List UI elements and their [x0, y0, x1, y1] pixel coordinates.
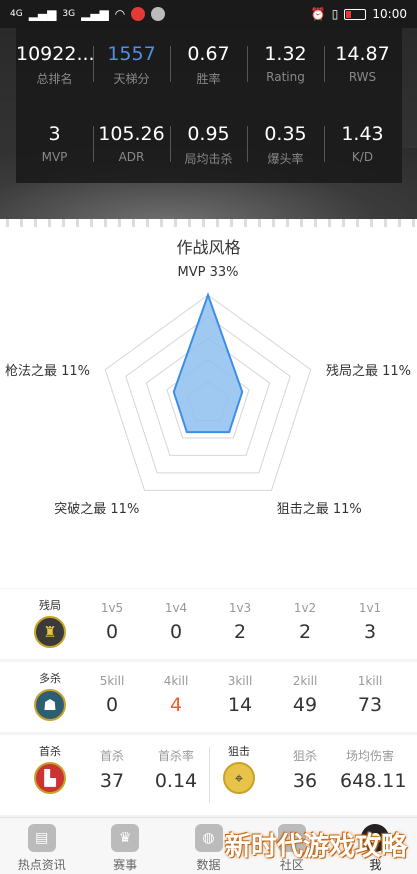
sniper-badge: 狙击 ⌖	[219, 743, 259, 794]
basketball-icon: ◍	[194, 824, 223, 852]
stat-win-rate: 0.67 胜率	[170, 42, 247, 87]
alarm-icon: ⏰	[310, 7, 326, 21]
clutch-1v2: 1v2 2	[293, 601, 317, 643]
multikill-1kill: 1kill 73	[357, 674, 383, 716]
sniper-kills: 狙杀 36	[292, 749, 318, 792]
podium-icon: ▙	[34, 762, 66, 794]
multikill-stats: 多杀 ☗ 5kill 0 4kill 4 3kill 14 2kill 49 1kill…	[0, 662, 417, 732]
summary-row-1: 10922... 总排名 1557 天梯分 0.67 胜率 1.32 Rating 14…	[16, 42, 402, 87]
stat-rws: 14.87 RWS	[324, 42, 401, 87]
clock: 10:00	[372, 7, 407, 21]
status-bar: 4G ▂▄▆ 3G ▂▄▆ ◠ ⏰ ▯ 10:00	[0, 0, 417, 28]
first-kill-rate: 首杀率 0.14	[154, 749, 198, 792]
summary-panel: 10922... 总排名 1557 天梯分 0.67 胜率 1.32 Rating 14…	[16, 28, 402, 183]
radar-chart	[104, 291, 312, 491]
clutch-1v5: 1v5 0	[100, 601, 124, 643]
clutch-stats: 残局 ♜ 1v5 0 1v4 0 1v3 2 1v2 2 1v1 3	[0, 589, 417, 659]
multikill-4kill: 4kill 4	[163, 674, 189, 716]
combat-style-title: 作战风格	[176, 238, 241, 257]
radar-label-sniper: 狙击之最 11%	[276, 502, 362, 518]
sync-icon	[151, 7, 166, 21]
trophy-icon: ♛	[111, 824, 140, 852]
multikill-2kill: 2kill 49	[292, 674, 318, 716]
watermark: 新时代游戏攻略	[225, 832, 408, 862]
stat-adr: 105.26 ADR	[93, 122, 170, 167]
radar-label-mvp: MVP 33%	[177, 265, 239, 280]
column-divider	[209, 747, 210, 803]
tab-news[interactable]: ▤ 热点资讯	[0, 818, 83, 874]
combat-style-radar: MVP 33% 残局之最 11% 狙击之最 11% 突破之最 11% 枪法之最 …	[0, 263, 417, 588]
stat-rating: 1.32 Rating	[247, 42, 324, 87]
profile-header: 10922... 总排名 1557 天梯分 0.67 胜率 1.32 Rating 14…	[0, 28, 417, 233]
stat-mvp: 3 MVP	[41, 123, 68, 164]
clutch-1v4: 1v4 0	[164, 601, 188, 643]
radar-label-aim: 枪法之最 11%	[5, 363, 91, 379]
crosshair-icon: ⌖	[223, 762, 255, 794]
radar-label-clutch: 残局之最 11%	[326, 363, 412, 379]
stat-ladder-score: 1557 天梯分	[93, 42, 170, 87]
news-icon: ▤	[27, 824, 56, 852]
first-kill-badge: 首杀 ▙	[30, 743, 70, 794]
wifi-icon: ◠	[114, 7, 126, 21]
first-kill-sniper-stats: 首杀 ▙ 首杀 37 首杀率 0.14 狙击 ⌖ 狙杀 36 场均伤害 648.11	[0, 735, 417, 815]
radar-data-area	[172, 291, 244, 434]
tab-events[interactable]: ♛ 赛事	[83, 818, 166, 874]
stat-kd: 1.43 K/D	[324, 122, 401, 167]
multikill-3kill: 3kill 14	[227, 674, 253, 716]
clutch-1v1: 1v1 3	[358, 601, 382, 643]
stat-total-rank: 10922... 总排名	[16, 43, 95, 86]
signal-1-label: 4G	[10, 9, 23, 19]
clutch-1v3: 1v3 2	[228, 601, 252, 643]
stat-kills-per-round: 0.95 局均击杀	[170, 122, 247, 167]
signal-bars-icon: ▂▄▆	[81, 7, 109, 21]
stat-headshot-rate: 0.35 爆头率	[247, 122, 324, 167]
signal-bars-icon: ▂▄▆	[28, 7, 57, 21]
soldier-icon: ♜	[34, 616, 66, 648]
multikill-5kill: 5kill 0	[99, 674, 125, 716]
battery-icon	[344, 8, 367, 20]
multikill-badge: 多杀 ☗	[30, 670, 70, 721]
clutch-badge: 残局 ♜	[30, 597, 70, 648]
first-kill-count: 首杀 37	[99, 749, 125, 792]
app-notification-icon	[131, 7, 146, 21]
signal-2-label: 3G	[62, 9, 76, 19]
sniper-avg-damage: 场均伤害 648.11	[340, 749, 407, 792]
radar-label-entry: 突破之最 11%	[54, 502, 140, 518]
group-icon: ☗	[34, 689, 66, 721]
vibrate-icon: ▯	[331, 7, 339, 21]
summary-row-2: 3 MVP 105.26 ADR 0.95 局均击杀 0.35 爆头率 1.43 K/D	[16, 122, 402, 167]
